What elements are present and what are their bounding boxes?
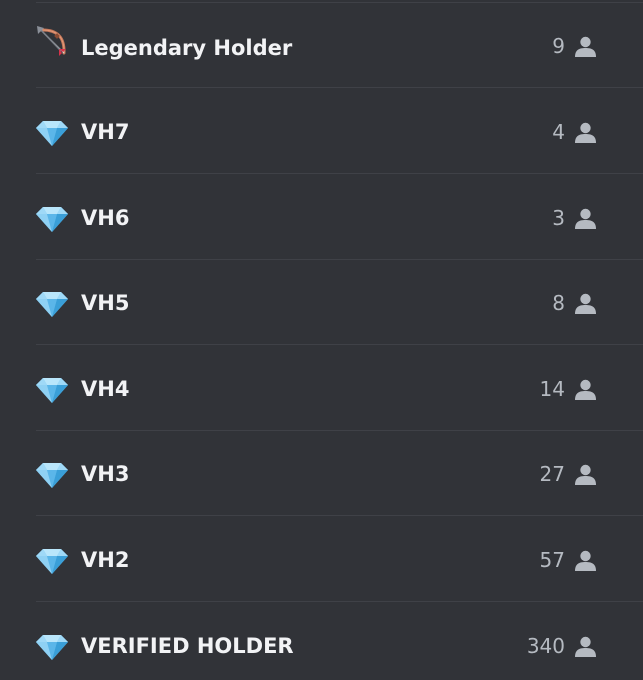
role-name: VH7 [81,120,130,144]
member-count: 4 [552,120,565,144]
role-name: VH6 [81,206,130,230]
role-name: VH2 [81,548,130,572]
gem-stone-icon [35,115,69,149]
member-count: 8 [552,291,565,315]
member-person-icon [574,36,597,57]
member-count: 57 [539,548,565,572]
row-divider [36,344,643,345]
member-person-icon [574,636,597,657]
row-divider [36,87,643,88]
member-person-icon [574,464,597,485]
role-row-vh3[interactable]: VH3 27 [0,431,643,516]
member-person-icon [574,379,597,400]
role-name: VH5 [81,291,130,315]
role-row-vh7[interactable]: VH7 4 [0,89,643,174]
member-person-icon [574,122,597,143]
member-count: 14 [539,377,565,401]
role-row-vh4[interactable]: VH4 14 [0,346,643,431]
member-person-icon [574,208,597,229]
role-name: VERIFIED HOLDER [81,634,294,658]
gem-stone-icon [35,201,69,235]
member-person-icon [574,550,597,571]
role-name: VH3 [81,462,130,486]
role-row-vh2[interactable]: VH2 57 [0,517,643,602]
role-row-vh5[interactable]: VH5 8 [0,260,643,345]
role-list: Legendary Holder 9 VH7 4 VH6 3 VH5 8 VH4… [0,0,643,680]
member-count: 340 [526,634,565,658]
gem-stone-icon [35,629,69,663]
role-row-vh6[interactable]: VH6 3 [0,175,643,260]
bow-and-arrow-icon [35,25,69,59]
gem-stone-icon [35,543,69,577]
gem-stone-icon [35,372,69,406]
member-person-icon [574,293,597,314]
role-name: VH4 [81,377,130,401]
gem-stone-icon [35,457,69,491]
row-divider [36,173,643,174]
member-count: 9 [552,34,565,58]
role-name: Legendary Holder [81,36,293,60]
role-row-verified-holder[interactable]: VERIFIED HOLDER 340 [0,603,643,680]
row-divider [36,601,643,602]
gem-stone-icon [35,286,69,320]
role-row-legendary-holder[interactable]: Legendary Holder 9 [0,3,643,88]
row-divider [36,515,643,516]
member-count: 3 [552,206,565,230]
member-count: 27 [539,462,565,486]
